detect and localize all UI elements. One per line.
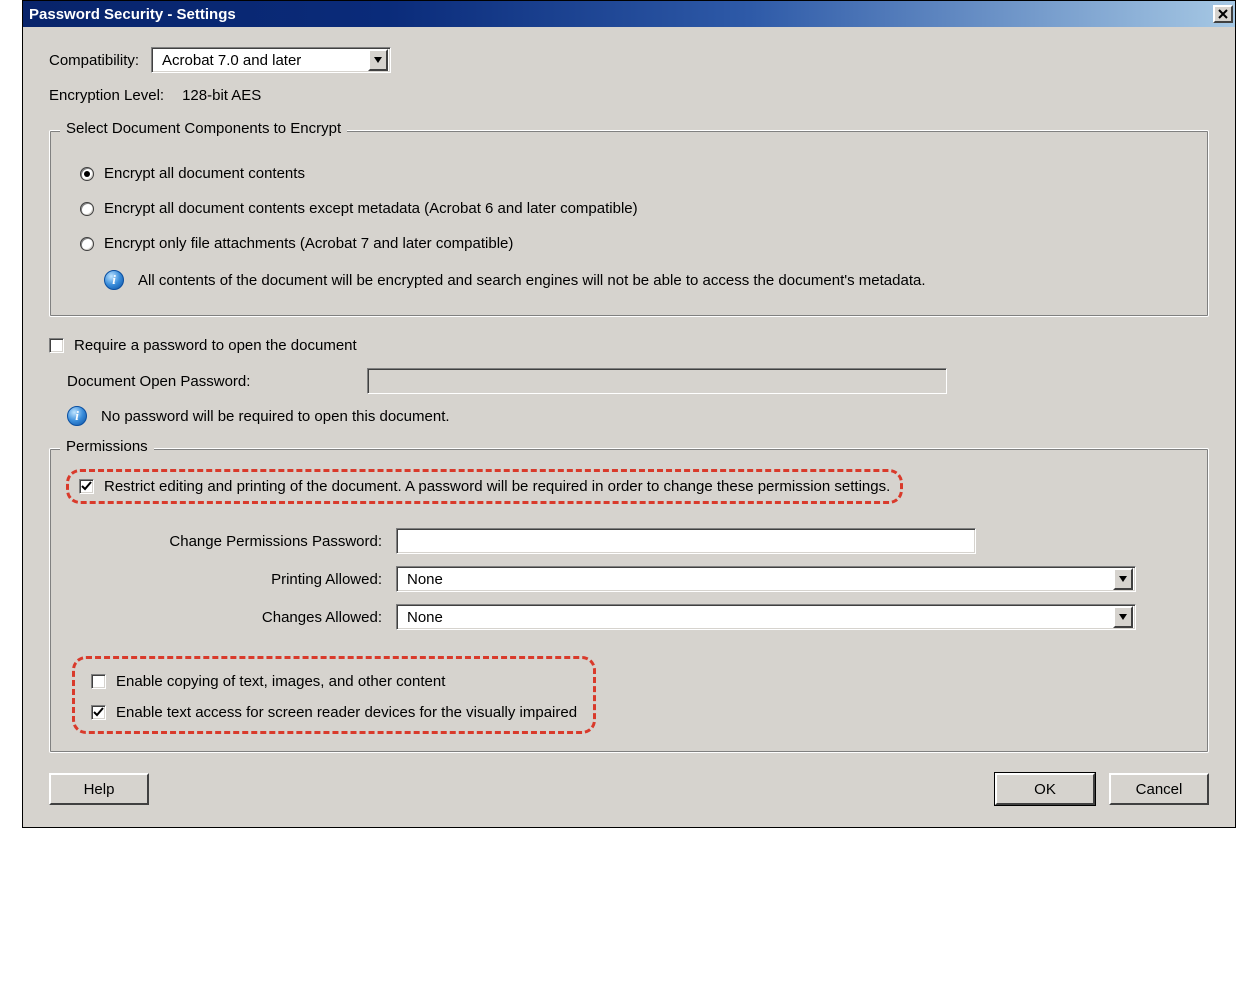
document-open-password-label: Document Open Password:	[49, 373, 367, 390]
document-open-password-row: Document Open Password:	[49, 368, 1209, 394]
permissions-legend: Permissions	[60, 438, 154, 455]
encryption-level-label: Encryption Level:	[49, 87, 164, 104]
printing-allowed-value: None	[397, 571, 1111, 588]
compatibility-label: Compatibility:	[49, 52, 139, 69]
compatibility-row: Compatibility: Acrobat 7.0 and later	[49, 47, 1209, 73]
radio-encrypt-except-metadata[interactable]: Encrypt all document contents except met…	[80, 200, 1188, 217]
compatibility-dropdown[interactable]: Acrobat 7.0 and later	[151, 47, 391, 73]
radio-encrypt-all[interactable]: Encrypt all document contents	[80, 165, 1188, 182]
open-password-info-text: No password will be required to open thi…	[101, 408, 450, 425]
restrict-editing-checkbox[interactable]	[79, 479, 94, 494]
info-icon: i	[67, 406, 87, 426]
require-open-password-row[interactable]: Require a password to open the document	[49, 337, 1209, 354]
encrypt-components-legend: Select Document Components to Encrypt	[60, 120, 347, 137]
printing-allowed-label: Printing Allowed:	[66, 571, 396, 588]
cancel-button[interactable]: Cancel	[1109, 773, 1209, 805]
document-open-password-input	[367, 368, 947, 394]
radio-label: Encrypt all document contents except met…	[104, 200, 638, 217]
printing-allowed-dropdown[interactable]: None	[396, 566, 1136, 592]
cancel-button-label: Cancel	[1136, 781, 1183, 798]
radio-icon	[80, 237, 94, 251]
open-password-info-row: i No password will be required to open t…	[67, 406, 1209, 426]
chevron-down-icon	[374, 57, 382, 63]
encrypt-info-text: All contents of the document will be enc…	[138, 272, 926, 289]
enable-copying-label: Enable copying of text, images, and othe…	[116, 673, 445, 690]
changes-allowed-dropdown[interactable]: None	[396, 604, 1136, 630]
ok-button[interactable]: OK	[995, 773, 1095, 805]
encrypt-components-group: Select Document Components to Encrypt En…	[49, 130, 1209, 317]
dialog-button-row: Help OK Cancel	[49, 773, 1209, 805]
radio-label: Encrypt all document contents	[104, 165, 305, 182]
close-button[interactable]	[1213, 5, 1233, 23]
highlight-restrict: Restrict editing and printing of the doc…	[66, 469, 903, 504]
info-icon: i	[104, 270, 124, 290]
encrypt-info-row: i All contents of the document will be e…	[104, 270, 1188, 290]
changes-allowed-label: Changes Allowed:	[66, 609, 396, 626]
permissions-group: Permissions Restrict editing and printin…	[49, 448, 1209, 753]
restrict-editing-label: Restrict editing and printing of the doc…	[104, 478, 890, 495]
enable-text-access-label: Enable text access for screen reader dev…	[116, 704, 577, 721]
radio-icon	[80, 167, 94, 181]
require-open-password-label: Require a password to open the document	[74, 337, 357, 354]
encryption-level-row: Encryption Level: 128-bit AES	[49, 87, 1209, 104]
password-security-settings-dialog: Password Security - Settings Compatibili…	[22, 0, 1236, 828]
ok-button-label: OK	[1034, 781, 1056, 798]
change-permissions-password-input[interactable]	[396, 528, 976, 554]
check-icon	[93, 707, 104, 718]
dropdown-button[interactable]	[1113, 606, 1133, 628]
chevron-down-icon	[1119, 614, 1127, 620]
enable-copying-checkbox[interactable]	[91, 674, 106, 689]
dropdown-button[interactable]	[1113, 568, 1133, 590]
dialog-body: Compatibility: Acrobat 7.0 and later Enc…	[23, 27, 1235, 827]
check-icon	[81, 481, 92, 492]
enable-copying-row[interactable]: Enable copying of text, images, and othe…	[91, 673, 577, 690]
highlight-enable-options: Enable copying of text, images, and othe…	[72, 656, 596, 734]
radio-icon	[80, 202, 94, 216]
window-title: Password Security - Settings	[29, 6, 236, 23]
radio-label: Encrypt only file attachments (Acrobat 7…	[104, 235, 513, 252]
restrict-editing-row[interactable]: Restrict editing and printing of the doc…	[79, 478, 890, 495]
change-permissions-password-row: Change Permissions Password:	[66, 528, 1192, 554]
printing-allowed-row: Printing Allowed: None	[66, 566, 1192, 592]
compatibility-value: Acrobat 7.0 and later	[152, 52, 366, 69]
require-open-password-checkbox[interactable]	[49, 338, 64, 353]
titlebar: Password Security - Settings	[23, 1, 1235, 27]
help-button[interactable]: Help	[49, 773, 149, 805]
close-icon	[1218, 9, 1228, 19]
dropdown-button[interactable]	[368, 49, 388, 71]
enable-text-access-row[interactable]: Enable text access for screen reader dev…	[91, 704, 577, 721]
chevron-down-icon	[1119, 576, 1127, 582]
encryption-level-value: 128-bit AES	[182, 87, 261, 104]
change-permissions-password-label: Change Permissions Password:	[66, 533, 396, 550]
enable-text-access-checkbox[interactable]	[91, 705, 106, 720]
changes-allowed-value: None	[397, 609, 1111, 626]
help-button-label: Help	[84, 781, 115, 798]
radio-encrypt-attachments-only[interactable]: Encrypt only file attachments (Acrobat 7…	[80, 235, 1188, 252]
changes-allowed-row: Changes Allowed: None	[66, 604, 1192, 630]
